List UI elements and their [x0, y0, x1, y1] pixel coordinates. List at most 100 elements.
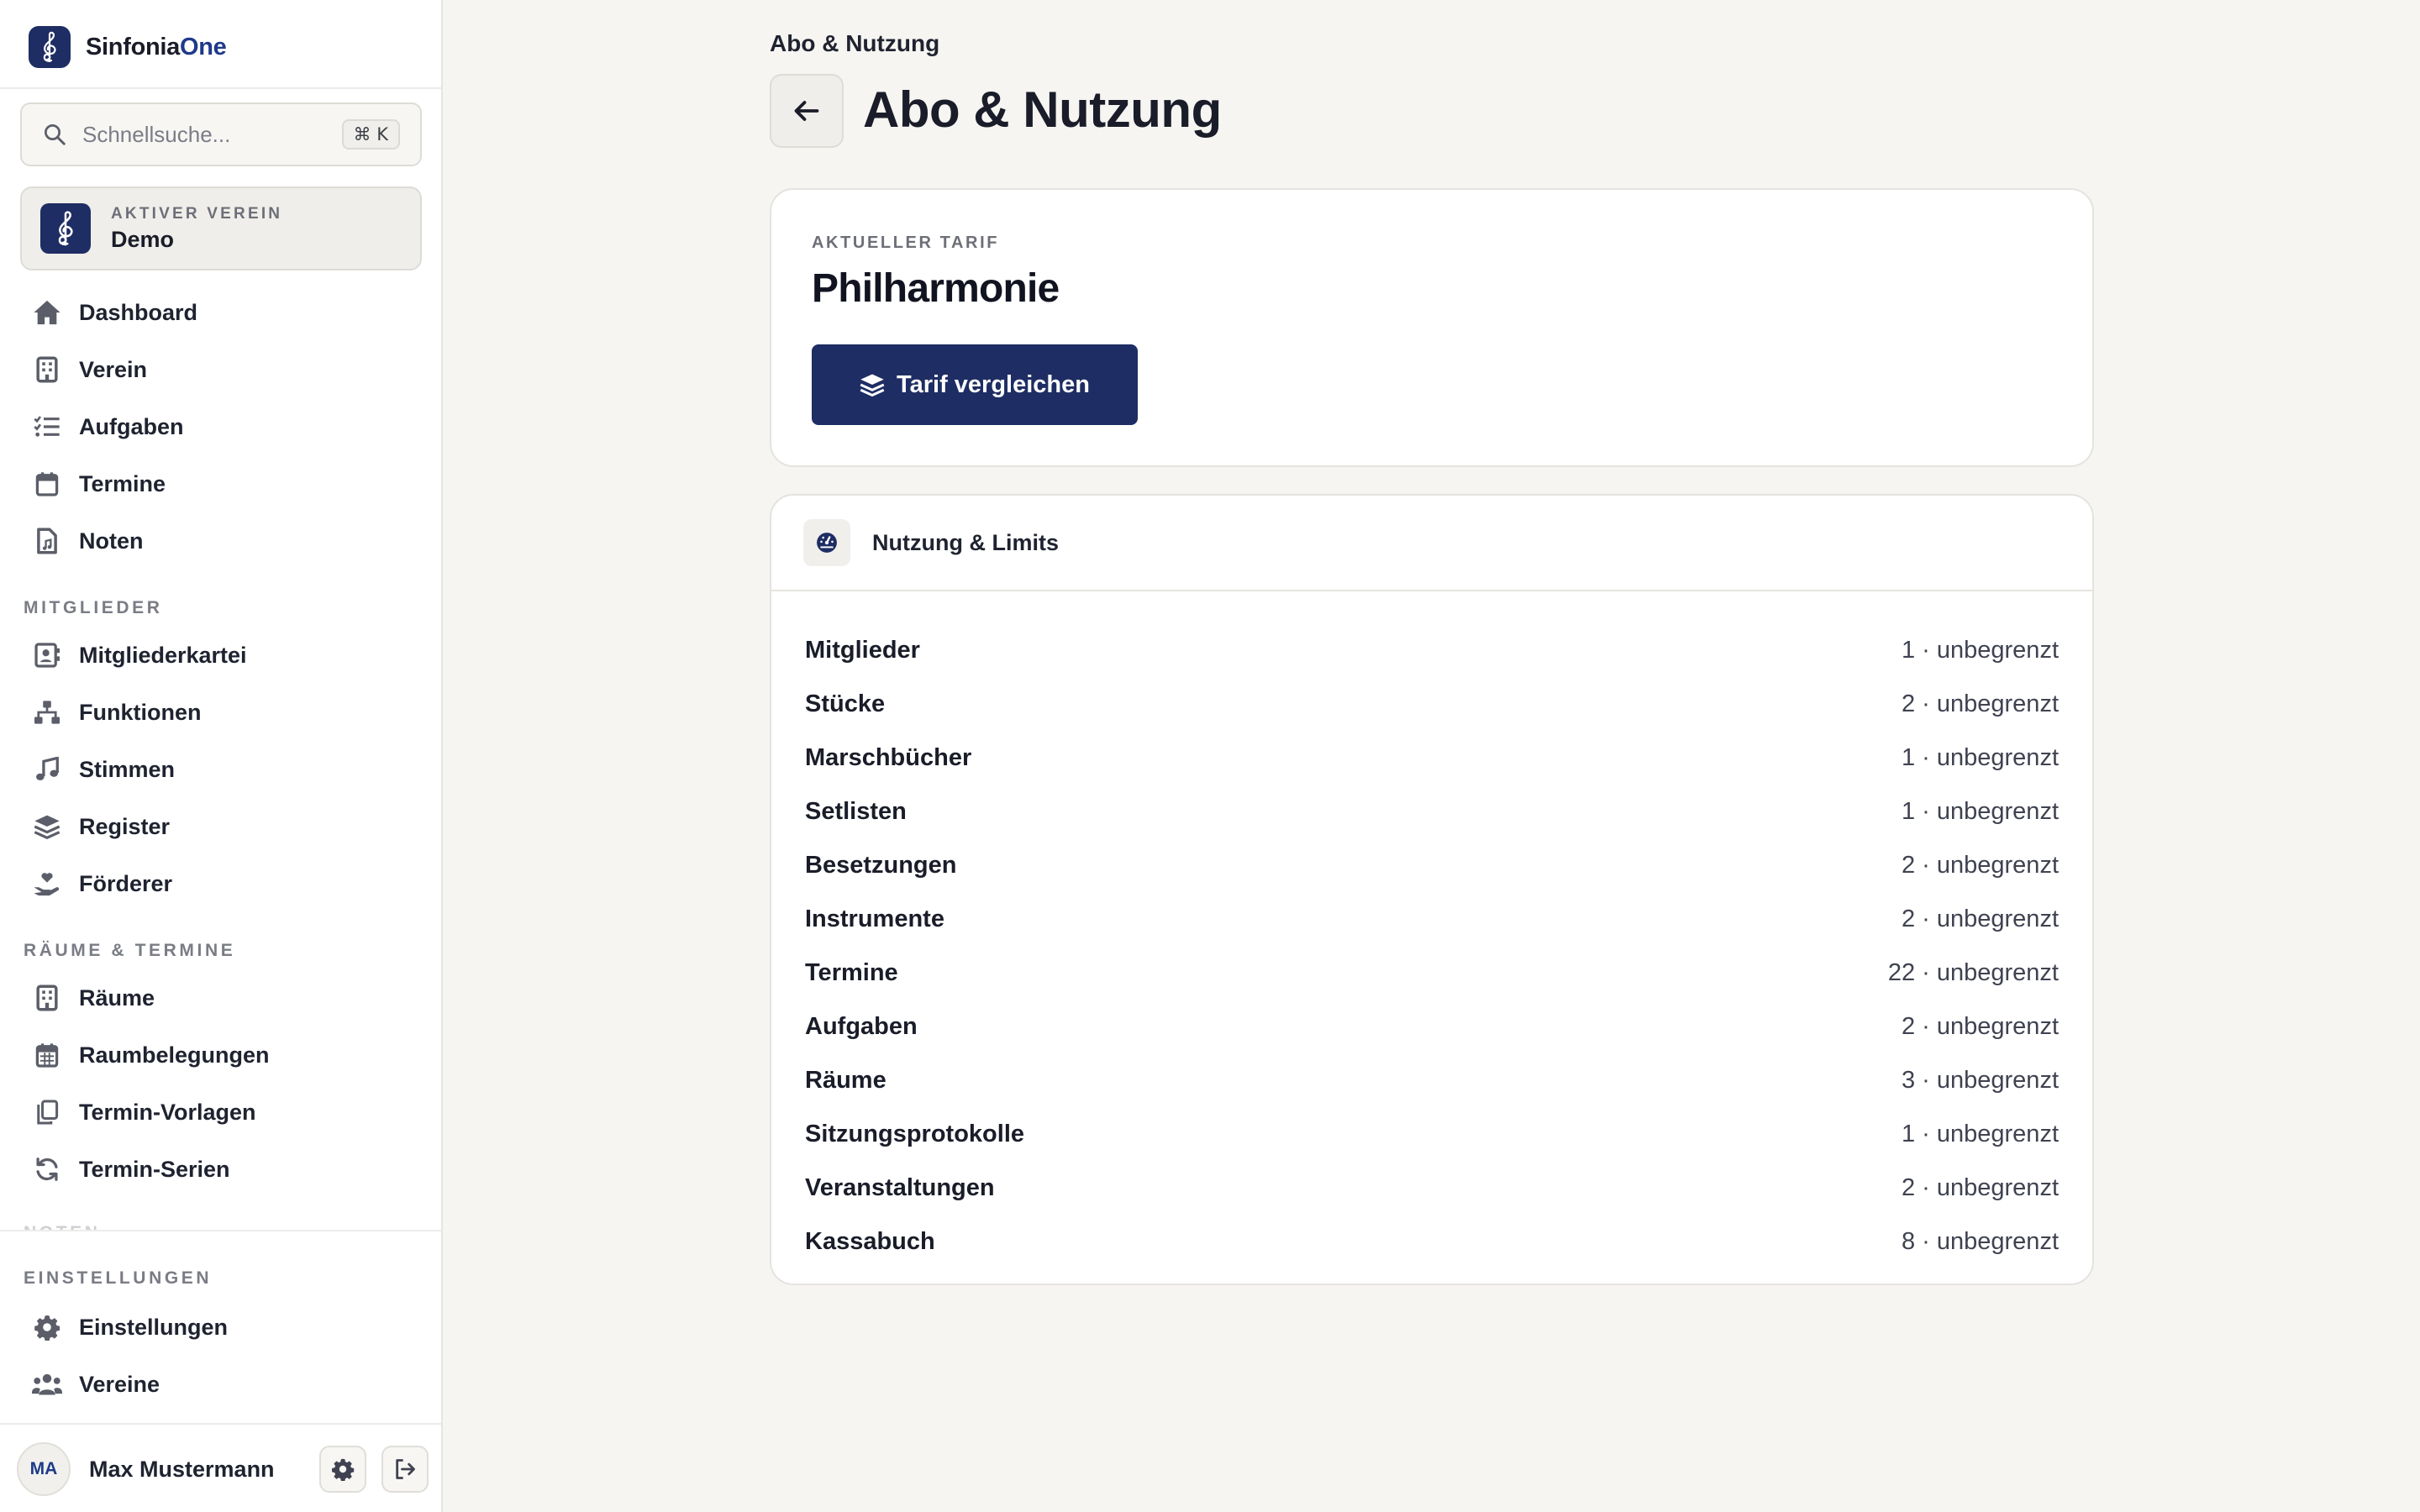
- sidebar-item-raumbelegungen[interactable]: Raumbelegungen: [30, 1032, 425, 1079]
- search-input[interactable]: Schnellsuche...: [82, 122, 342, 148]
- calendar-grid-icon: [30, 1038, 64, 1072]
- sidebar-item-label: Funktionen: [79, 699, 202, 725]
- usage-row: Besetzungen 2 · unbegrenzt: [805, 838, 2059, 892]
- logout-button[interactable]: [381, 1446, 429, 1493]
- active-club-switcher[interactable]: AKTIVER VEREIN Demo: [20, 186, 422, 270]
- usage-row: Mitglieder 1 · unbegrenzt: [805, 623, 2059, 677]
- sidebar-item-label: Aufgaben: [79, 413, 184, 439]
- compare-tariff-label: Tarif vergleichen: [897, 370, 1090, 398]
- sidebar-item-verein[interactable]: Verein: [30, 346, 425, 393]
- usage-name: Instrumente: [805, 905, 944, 932]
- divider: [0, 87, 441, 89]
- usage-row: Räume 3 · unbegrenzt: [805, 1053, 2059, 1107]
- sidebar-item-funktionen[interactable]: Funktionen: [30, 689, 425, 736]
- usage-value: 2 · unbegrenzt: [1901, 1012, 2059, 1040]
- sidebar-item-mitgliederkartei[interactable]: Mitgliederkartei: [30, 632, 425, 679]
- treble-clef-logo-icon: [40, 203, 91, 254]
- usage-name: Besetzungen: [805, 851, 957, 879]
- divider: [0, 1423, 441, 1425]
- usage-row: Termine 22 · unbegrenzt: [805, 946, 2059, 1000]
- sidebar-item-termin-vorlagen[interactable]: Termin-Vorlagen: [30, 1089, 425, 1136]
- usage-value: 1 · unbegrenzt: [1901, 636, 2059, 664]
- sidebar-item-label: Termin-Serien: [79, 1156, 230, 1182]
- tariff-kicker: AKTUELLER TARIF: [812, 234, 1000, 252]
- usage-row: Veranstaltungen 2 · unbegrenzt: [805, 1161, 2059, 1215]
- usage-value: 2 · unbegrenzt: [1901, 851, 2059, 879]
- arrow-left-icon: [794, 101, 819, 121]
- sidebar-item-noten[interactable]: Noten: [30, 517, 425, 564]
- usage-value: 1 · unbegrenzt: [1901, 797, 2059, 825]
- active-club-kicker: AKTIVER VEREIN: [111, 204, 283, 223]
- usage-header: Nutzung & Limits: [771, 496, 2092, 591]
- usage-list: Mitglieder 1 · unbegrenzt Stücke 2 · unbeg…: [805, 623, 2059, 1268]
- building-icon: [30, 981, 64, 1015]
- brand[interactable]: SinfoniaOne: [29, 25, 227, 69]
- usage-value: 2 · unbegrenzt: [1901, 1173, 2059, 1201]
- sidebar-item-stimmen[interactable]: Stimmen: [30, 746, 425, 793]
- home-icon: [30, 296, 64, 329]
- usage-name: Mitglieder: [805, 636, 920, 664]
- music-note-icon: [30, 753, 64, 786]
- gear-icon: [332, 1458, 355, 1481]
- list-check-icon: [30, 410, 64, 444]
- sidebar: SinfoniaOne Schnellsuche... ⌘ K AKTIVER …: [0, 0, 443, 1512]
- section-label-members: MITGLIEDER: [24, 598, 163, 617]
- gauge-icon: [803, 519, 850, 566]
- users-icon: [30, 1368, 64, 1401]
- usage-row: Aufgaben 2 · unbegrenzt: [805, 1000, 2059, 1053]
- sidebar-item-dashboard[interactable]: Dashboard: [30, 289, 425, 336]
- usage-title: Nutzung & Limits: [872, 529, 1059, 555]
- sidebar-item-label: Termine: [79, 470, 166, 496]
- sidebar-item-raeume[interactable]: Räume: [30, 974, 425, 1021]
- sidebar-item-register[interactable]: Register: [30, 803, 425, 850]
- usage-row: Stücke 2 · unbegrenzt: [805, 677, 2059, 731]
- usage-limits-card: Nutzung & Limits Mitglieder 1 · unbegrenz…: [770, 494, 2094, 1285]
- usage-value: 3 · unbegrenzt: [1901, 1066, 2059, 1094]
- section-label-settings: EINSTELLUNGEN: [24, 1268, 213, 1288]
- sidebar-item-label: Register: [79, 813, 171, 839]
- sidebar-item-label: Räume: [79, 984, 155, 1011]
- usage-value: 2 · unbegrenzt: [1901, 905, 2059, 932]
- section-label-rooms: RÄUME & TERMINE: [24, 941, 236, 960]
- copy-icon: [30, 1095, 64, 1129]
- sidebar-item-label: Dashboard: [79, 299, 198, 325]
- back-button[interactable]: [770, 74, 844, 148]
- user-profile: MA Max Mustermann: [17, 1441, 429, 1497]
- quick-search[interactable]: Schnellsuche... ⌘ K: [20, 102, 422, 166]
- page-title: Abo & Nutzung: [863, 81, 1222, 138]
- usage-row: Marschbücher 1 · unbegrenzt: [805, 731, 2059, 785]
- usage-row: Setlisten 1 · unbegrenzt: [805, 785, 2059, 838]
- usage-value: 22 · unbegrenzt: [1887, 958, 2059, 986]
- user-name: Max Mustermann: [89, 1456, 275, 1482]
- sidebar-item-termine[interactable]: Termine: [30, 460, 425, 507]
- layers-icon: [30, 810, 64, 843]
- usage-name: Sitzungsprotokolle: [805, 1120, 1024, 1147]
- usage-name: Setlisten: [805, 797, 907, 825]
- sidebar-item-label: Stimmen: [79, 756, 176, 782]
- usage-value: 2 · unbegrenzt: [1901, 690, 2059, 717]
- breadcrumb: Abo & Nutzung: [770, 30, 940, 56]
- user-settings-button[interactable]: [319, 1446, 366, 1493]
- sidebar-item-foerderer[interactable]: Förderer: [30, 860, 425, 907]
- sidebar-item-label: Raumbelegungen: [79, 1042, 270, 1068]
- gear-icon: [30, 1310, 64, 1344]
- sheet-music-file-icon: [30, 524, 64, 558]
- sidebar-item-label: Förderer: [79, 870, 173, 896]
- compare-tariff-button[interactable]: Tarif vergleichen: [812, 344, 1138, 425]
- refresh-icon: [30, 1152, 64, 1186]
- sidebar-item-einstellungen[interactable]: Einstellungen: [30, 1304, 425, 1351]
- usage-value: 1 · unbegrenzt: [1901, 1120, 2059, 1147]
- usage-name: Termine: [805, 958, 898, 986]
- sidebar-item-vereine[interactable]: Vereine: [30, 1361, 425, 1408]
- sidebar-item-label: Vereine: [79, 1371, 160, 1397]
- sidebar-item-aufgaben[interactable]: Aufgaben: [30, 403, 425, 450]
- hand-heart-icon: [30, 867, 64, 900]
- usage-name: Stücke: [805, 690, 886, 717]
- usage-name: Veranstaltungen: [805, 1173, 995, 1201]
- sidebar-item-label: Mitgliederkartei: [79, 642, 247, 668]
- avatar[interactable]: MA: [17, 1442, 71, 1496]
- sidebar-item-label: Verein: [79, 356, 148, 382]
- usage-name: Marschbücher: [805, 743, 972, 771]
- calendar-icon: [30, 467, 64, 501]
- sidebar-item-termin-serien[interactable]: Termin-Serien: [30, 1146, 425, 1193]
